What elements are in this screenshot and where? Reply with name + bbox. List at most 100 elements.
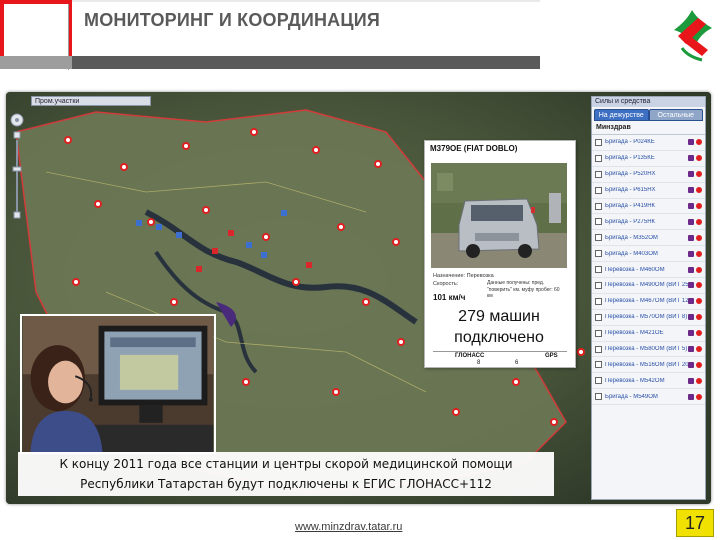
map-view[interactable]: Пром.участки Силы и средства На дежурств… — [6, 92, 711, 504]
vehicle-icon — [688, 266, 694, 273]
checkbox[interactable] — [595, 154, 602, 162]
checkbox[interactable] — [595, 297, 602, 305]
header-rule — [72, 56, 540, 69]
caption-line-1: К концу 2011 года все станции и центры с… — [59, 457, 513, 471]
list-item[interactable]: Бригада - М403ОМ — [592, 246, 705, 263]
page-number-badge: 17 — [676, 509, 714, 537]
locate-icon[interactable] — [696, 330, 702, 337]
locate-icon[interactable] — [696, 298, 702, 305]
locate-icon[interactable] — [696, 361, 702, 368]
list-item[interactable]: Перевозка - М467ОМ (ВИТ 12) — [592, 294, 705, 310]
vehicle-icon — [688, 218, 694, 225]
vehicle-icon — [688, 298, 694, 305]
checkbox[interactable] — [595, 361, 602, 369]
list-item[interactable]: Перевозка - М490ОМ (ВИТ 25) — [592, 278, 705, 294]
divider — [433, 351, 567, 352]
vehicle-icon — [688, 203, 694, 209]
list-item[interactable]: Перевозка - М580ОМ (ВИТ 5) — [592, 342, 705, 358]
list-item[interactable]: Перевозка - М421ОЕ — [592, 326, 705, 342]
vehicle-label: Бригада - М549ОМ — [605, 393, 658, 400]
tab-others[interactable]: Остальные — [648, 109, 703, 121]
vehicle-icon — [688, 171, 694, 178]
checkbox[interactable] — [595, 202, 602, 210]
locate-icon[interactable] — [696, 187, 702, 194]
tab-on-duty[interactable]: На дежурстве — [594, 109, 649, 121]
locate-icon[interactable] — [696, 377, 702, 384]
locate-icon[interactable] — [696, 203, 702, 209]
list-item[interactable]: Бригада - Р615НХ — [592, 183, 705, 199]
list-item[interactable]: Перевозка - М516ОМ (ВИТ 20) — [592, 357, 705, 374]
vehicle-label: Перевозка - М516ОМ (ВИТ 20) — [605, 361, 688, 368]
gps-label: GPS — [545, 353, 558, 359]
vehicle-label: Перевозка - М460ОМ — [605, 266, 665, 273]
checkbox[interactable] — [595, 138, 602, 146]
checkbox[interactable] — [595, 218, 602, 226]
header-left-rule — [0, 56, 72, 69]
locate-icon[interactable] — [696, 346, 702, 353]
speed-label: Скорость: — [433, 281, 459, 287]
locate-icon[interactable] — [696, 266, 702, 273]
checkbox[interactable] — [595, 377, 602, 385]
checkbox[interactable] — [595, 345, 602, 353]
list-item[interactable]: Бригада - М549ОМ — [592, 389, 705, 406]
vehicle-label: Бригада - Р520НХ — [605, 171, 656, 178]
vehicle-label: Перевозка - М542ОМ — [605, 377, 665, 384]
vehicle-label: Бригада - Р419НК — [605, 203, 656, 209]
vehicle-speed: 101 км/ч — [433, 293, 466, 302]
checkbox[interactable] — [595, 266, 602, 274]
checkbox[interactable] — [595, 234, 602, 242]
checkbox[interactable] — [595, 281, 602, 289]
locate-icon[interactable] — [696, 314, 702, 321]
panel-section-header: Минздрав — [592, 121, 705, 135]
footer-link[interactable]: www.minzdrav.tatar.ru — [295, 521, 402, 533]
locate-icon[interactable] — [696, 139, 702, 146]
checkbox[interactable] — [595, 329, 602, 337]
caption-box: К концу 2011 года все станции и центры с… — [18, 452, 554, 496]
vehicle-label: Перевозка - М580ОМ (ВИТ 5) — [605, 346, 688, 353]
vehicle-icon — [688, 139, 694, 146]
checkbox[interactable] — [595, 313, 602, 321]
locate-icon[interactable] — [696, 250, 702, 257]
ministry-logo — [674, 10, 712, 62]
vehicle-label: Бригада - Р024КЕ — [605, 139, 655, 146]
vehicle-purpose: Назначение: Перевозка — [433, 273, 494, 279]
checkbox[interactable] — [595, 186, 602, 194]
caption-line-2: Республики Татарстан будут подключены к … — [80, 477, 492, 491]
locate-icon[interactable] — [696, 282, 702, 289]
checkbox[interactable] — [595, 170, 602, 178]
vehicle-icon — [688, 346, 694, 353]
vehicle-icon — [688, 234, 694, 241]
list-item[interactable]: Бригада - Р024КЕ — [592, 135, 705, 151]
vehicle-icon — [688, 393, 694, 400]
connected-count-banner: 279 машин подключено — [426, 302, 572, 350]
checkbox[interactable] — [595, 250, 602, 258]
page-title: МОНИТОРИНГ И КООРДИНАЦИЯ — [84, 10, 381, 30]
list-item[interactable]: Бригада - Р135КЕ — [592, 151, 705, 167]
vehicle-icon — [688, 282, 694, 289]
connected-label: подключено — [454, 329, 544, 346]
list-item[interactable]: Бригада - Р419НК — [592, 199, 705, 215]
vehicle-label: Бригада - Р615НХ — [605, 187, 656, 194]
locate-icon[interactable] — [696, 218, 702, 225]
vehicle-label: Перевозка - М421ОЕ — [605, 330, 664, 337]
panel-title: Силы и средства — [592, 97, 705, 107]
list-item[interactable]: Перевозка - М460ОМ — [592, 262, 705, 279]
list-item[interactable]: Бригада - М352ОМ — [592, 230, 705, 247]
operator-photo — [20, 314, 216, 454]
locate-icon[interactable] — [696, 393, 702, 400]
vehicle-title: М379ОЕ (FIAT DOBLO) — [430, 144, 518, 153]
locate-icon[interactable] — [696, 155, 702, 162]
list-item[interactable]: Бригада - Р520НХ — [592, 167, 705, 183]
vehicle-icon — [688, 250, 694, 257]
locate-icon[interactable] — [696, 171, 702, 178]
locate-icon[interactable] — [696, 234, 702, 241]
list-item[interactable]: Перевозка - М570ОМ (ВИТ 8) — [592, 310, 705, 326]
forces-panel: Силы и средства На дежурстве Остальные М… — [591, 96, 706, 500]
zoom-slider-icon[interactable] — [10, 112, 24, 220]
list-item[interactable]: Перевозка - М542ОМ — [592, 373, 705, 390]
checkbox[interactable] — [595, 393, 602, 401]
list-item[interactable]: Бригада - Р275НК — [592, 214, 705, 231]
gps-count: 6 — [515, 360, 519, 366]
layer-selector[interactable]: Пром.участки — [31, 96, 151, 106]
vehicle-icon — [688, 330, 694, 337]
